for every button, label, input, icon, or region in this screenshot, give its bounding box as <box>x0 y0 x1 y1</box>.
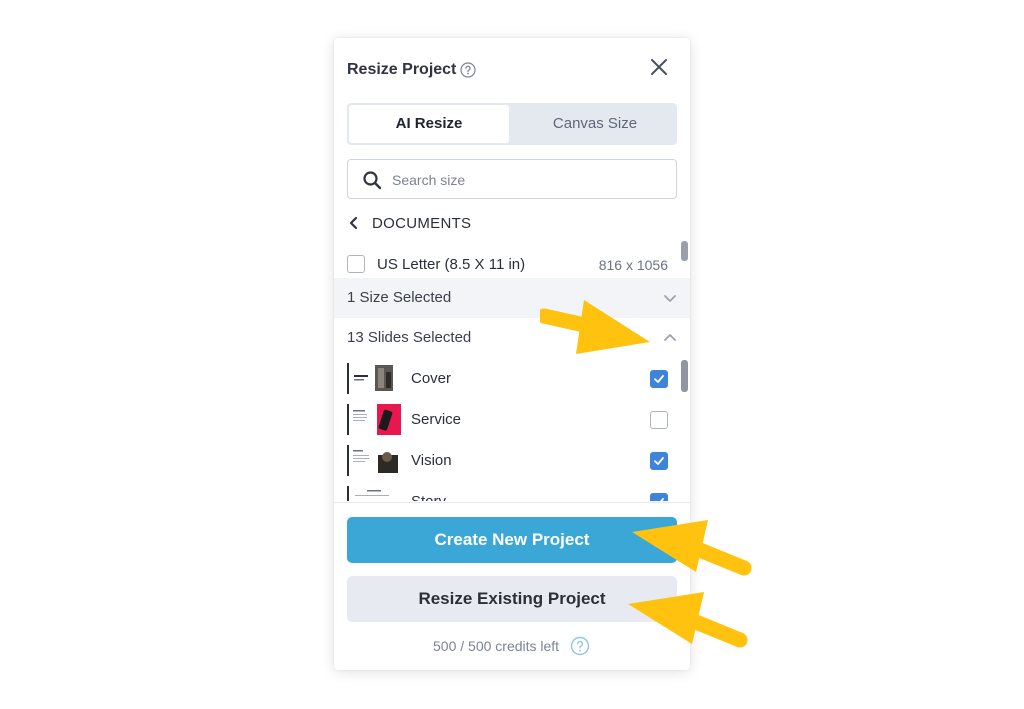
search-input[interactable] <box>390 160 664 200</box>
checkmark-icon <box>654 457 664 465</box>
slide-name: Vision <box>411 452 452 469</box>
checkmark-icon <box>660 498 664 501</box>
chevron-left-icon <box>347 216 361 230</box>
credits-text: 500 / 500 credits left <box>433 638 560 654</box>
chevron-down-icon[interactable] <box>663 291 677 305</box>
tab-ai-resize[interactable]: AI Resize <box>349 105 509 143</box>
help-icon[interactable] <box>460 62 476 78</box>
list-item[interactable]: Cover <box>334 358 690 399</box>
list-item[interactable]: Story <box>334 481 690 501</box>
slides-scrollbar[interactable] <box>681 360 688 392</box>
sizes-selected-label: 1 Size Selected <box>347 289 452 306</box>
slide-checkbox[interactable] <box>650 452 668 470</box>
slides-list: Cover Service Vision <box>334 358 690 501</box>
resize-mode-tabs: AI Resize Canvas Size <box>347 103 677 145</box>
category-label: DOCUMENTS <box>372 215 472 232</box>
list-item[interactable]: Vision <box>334 440 690 481</box>
search-icon <box>362 170 382 190</box>
slide-name: Service <box>411 411 462 428</box>
list-item[interactable]: Service <box>334 399 690 440</box>
help-icon[interactable] <box>570 636 590 656</box>
slide-checkbox[interactable] <box>650 370 668 388</box>
slide-checkbox[interactable] <box>650 411 668 429</box>
slide-thumbnail <box>347 486 401 501</box>
size-option-row[interactable]: US Letter (8.5 X 11 in) 816 x 1056 <box>334 252 680 278</box>
create-new-project-button[interactable]: Create New Project <box>347 517 677 563</box>
slide-thumbnail <box>347 363 401 394</box>
tab-canvas-size[interactable]: Canvas Size <box>513 103 677 145</box>
annotation-arrow-icon <box>540 300 650 354</box>
sizes-scrollbar[interactable] <box>681 241 688 261</box>
search-box <box>347 159 677 200</box>
slide-name: Story <box>411 493 446 501</box>
slide-name: Cover <box>411 370 452 387</box>
size-name: US Letter (8.5 X 11 in) <box>377 256 526 273</box>
slide-thumbnail <box>347 404 401 435</box>
size-checkbox[interactable] <box>347 255 365 273</box>
divider <box>334 502 690 503</box>
annotation-arrow-icon <box>628 592 748 648</box>
annotation-arrow-icon <box>632 520 752 576</box>
checkmark-icon <box>654 375 664 383</box>
close-icon[interactable] <box>646 54 672 80</box>
slide-thumbnail <box>347 445 401 476</box>
slide-checkbox[interactable] <box>650 493 668 501</box>
slides-selected-label: 13 Slides Selected <box>347 329 472 346</box>
dialog-title: Resize Project <box>347 61 457 78</box>
size-dimensions: 816 x 1056 <box>598 257 668 273</box>
chevron-up-icon[interactable] <box>663 331 677 345</box>
